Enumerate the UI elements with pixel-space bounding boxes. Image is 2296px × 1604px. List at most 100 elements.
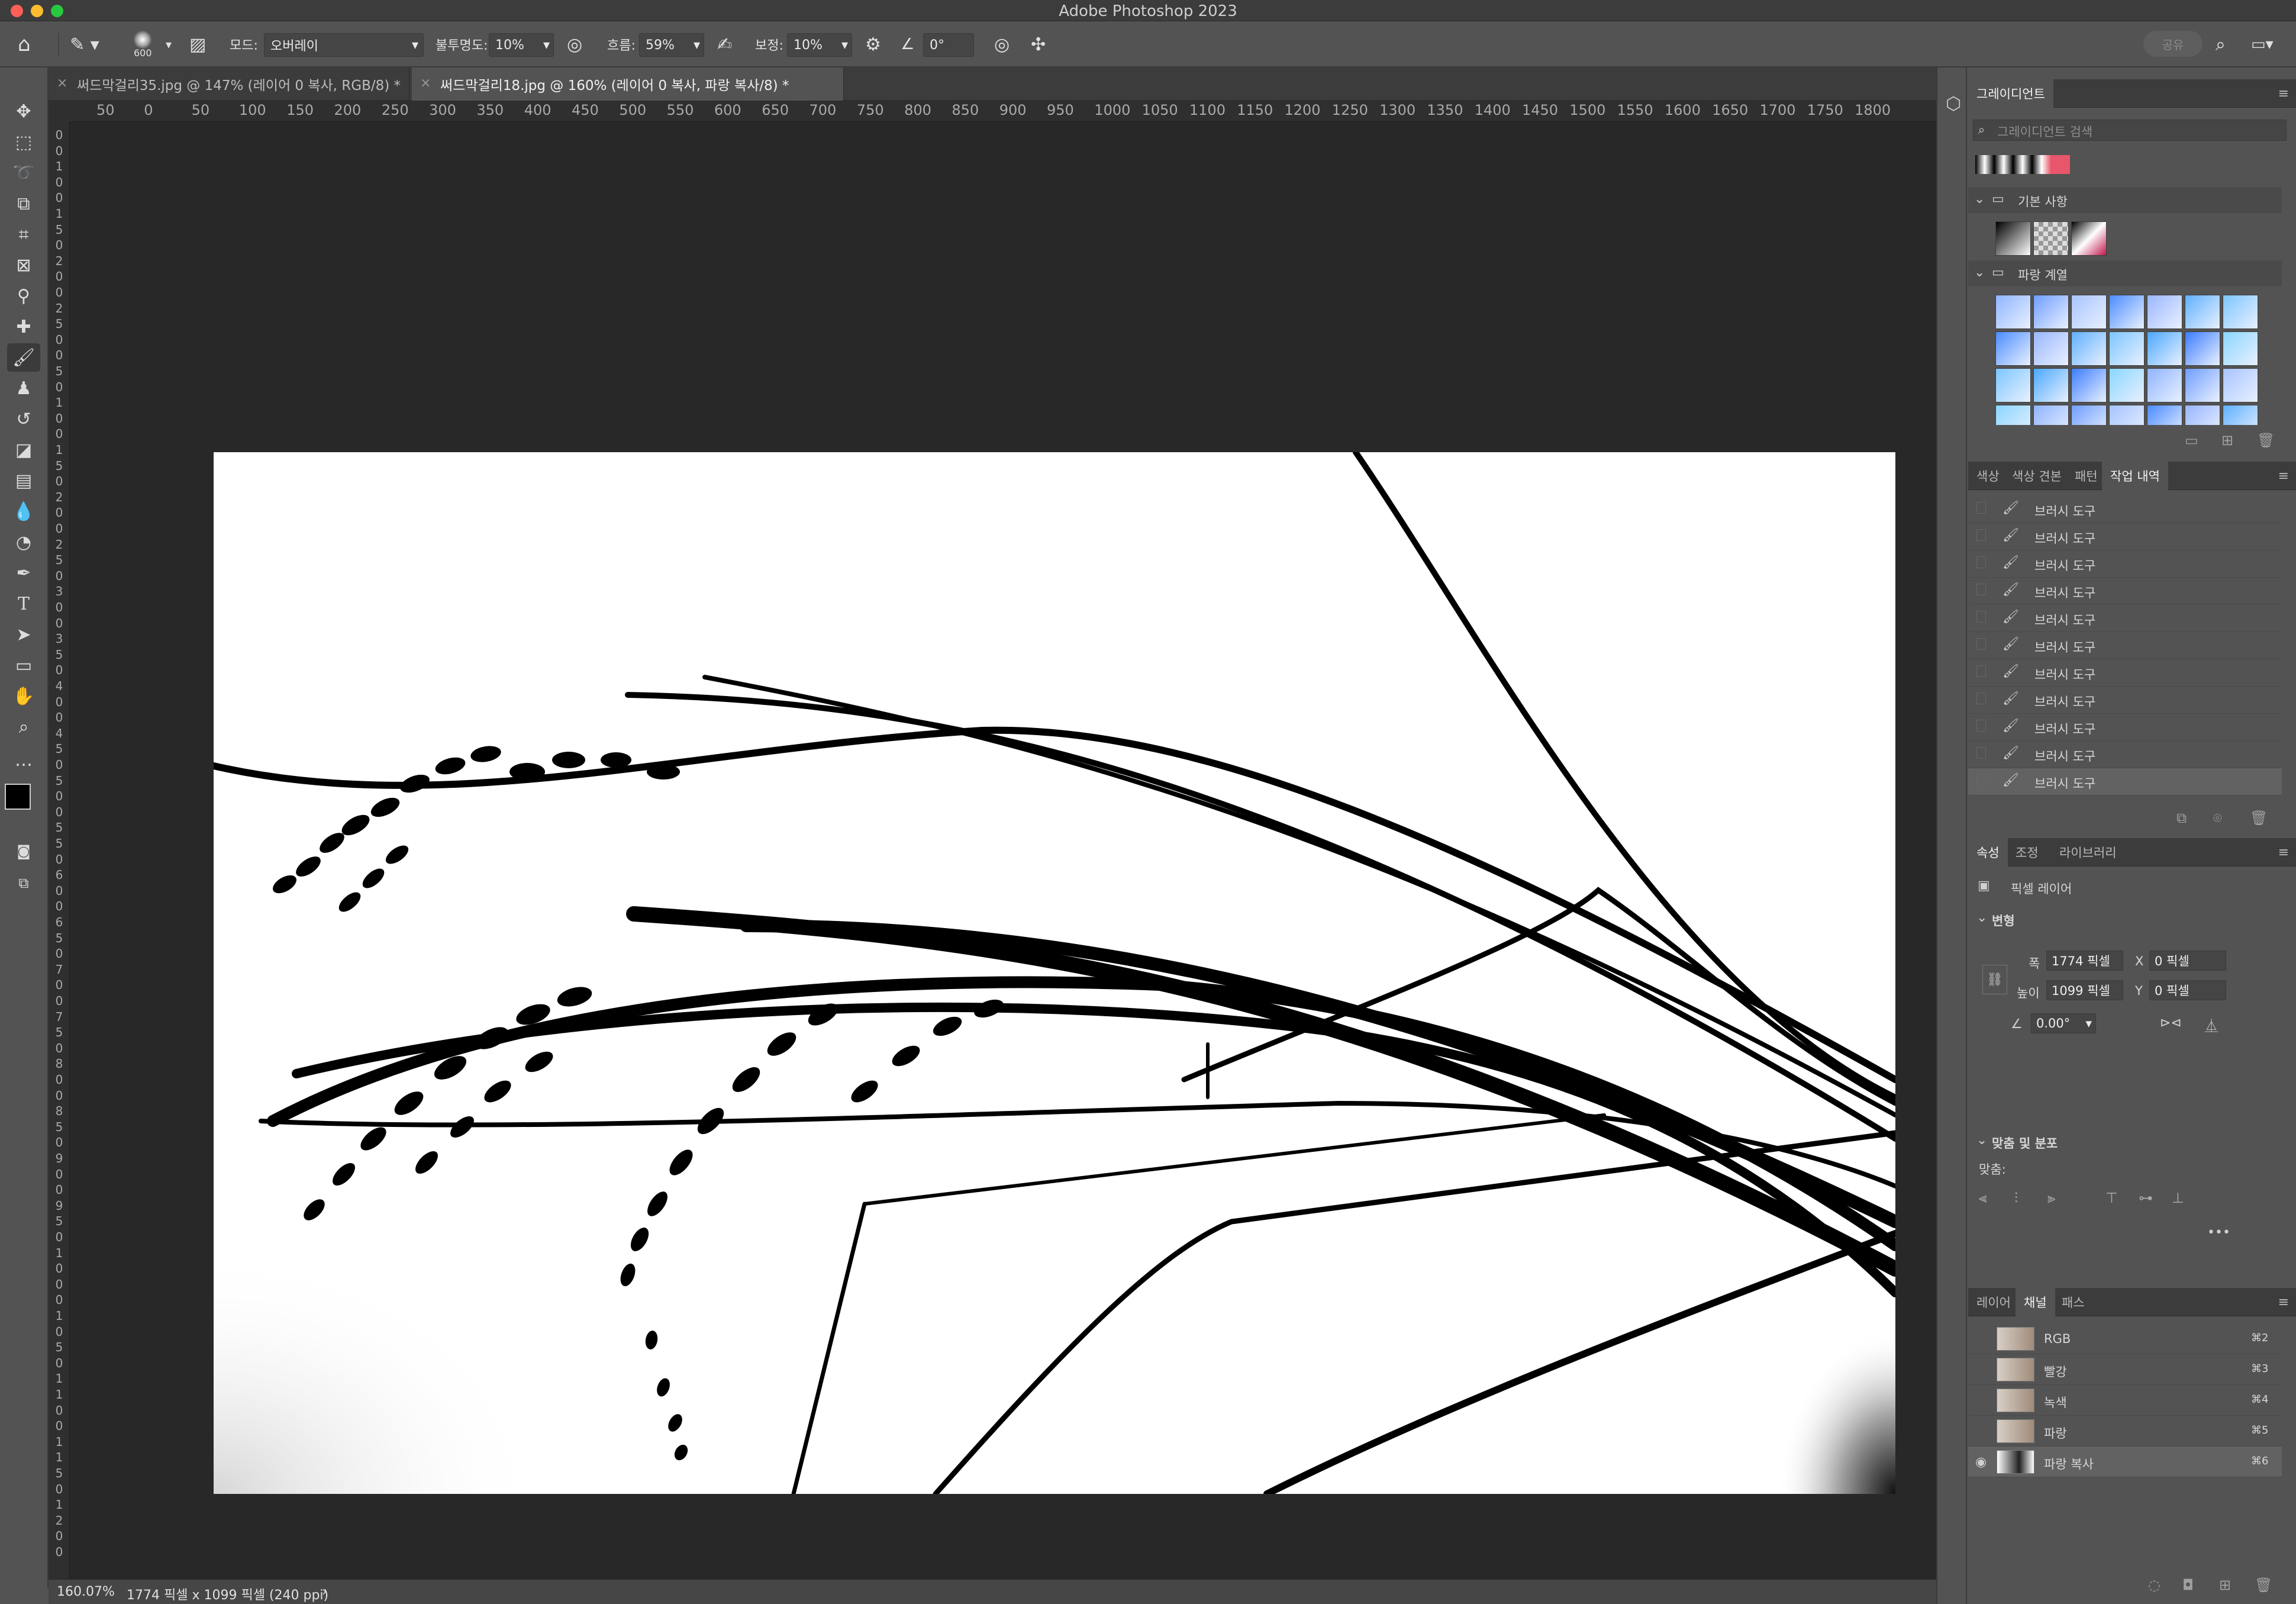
hand-tool-icon[interactable]: ✋ [7,682,40,710]
tab-color[interactable]: 색상 [1968,462,2008,490]
brush-tool-icon[interactable]: 🖌 [7,343,40,372]
gradient-swatch[interactable] [2147,331,2182,366]
history-item[interactable]: 🖌 브러시 도구 [1968,741,2282,768]
snapshot-checkbox[interactable] [1976,638,1986,650]
history-item[interactable]: 🖌 브러시 도구 [1968,659,2282,687]
history-item[interactable]: 🖌 브러시 도구 [1968,550,2282,578]
object-selection-tool-icon[interactable]: ⧉ [7,189,40,218]
snapshot-checkbox[interactable] [1976,556,1986,568]
brush-tool-preset-icon[interactable]: ✎ ▾ [70,21,99,67]
gradient-search-input[interactable]: ⌕ 그레이디언트 검색 [1973,120,2287,141]
clone-stamp-tool-icon[interactable]: ♟ [7,374,40,402]
tab-paths[interactable]: 패스 [2053,1288,2093,1316]
panel-menu-icon[interactable]: ≡ [2278,845,2289,860]
panel-menu-icon[interactable]: ≡ [2278,86,2289,101]
gradient-swatch[interactable] [2185,405,2220,425]
angle-input[interactable]: 0° [923,33,974,57]
tab-swatches[interactable]: 색상 견본 [2004,462,2070,490]
gradient-swatch[interactable] [1995,331,2031,366]
history-brush-tool-icon[interactable]: ↺ [7,405,40,433]
snapshot-checkbox[interactable] [1976,774,1986,786]
new-gradient-icon[interactable]: ⊞ [2221,432,2233,449]
gradient-tool-icon[interactable]: ▤ [7,466,40,495]
transform-section-header[interactable]: ⌄ 변형 [1968,908,2282,932]
channel-row[interactable]: RGB ⌘2 [1968,1323,2282,1354]
align-right-icon[interactable]: ⫸ [2047,1190,2056,1206]
horizontal-ruler[interactable]: 50 0 50 100 150 200 250 300 350 400 450 500 550 600 65… [70,101,1936,122]
gradient-swatch[interactable] [2185,368,2220,402]
tab-patterns[interactable]: 패턴 [2066,462,2106,490]
visibility-toggle[interactable] [1975,1332,1988,1344]
gradient-swatch[interactable] [2109,331,2145,366]
chevron-down-icon[interactable]: ▾ [166,21,172,67]
symmetry-icon[interactable]: ✣ [1031,21,1046,67]
zoom-tool-icon[interactable]: ⌕ [7,713,40,741]
quick-mask-icon[interactable]: ◙ [7,837,40,865]
healing-brush-tool-icon[interactable]: ✚ [7,313,40,341]
flip-vertical-icon[interactable]: ⏅ [2205,1016,2218,1035]
gradient-swatch[interactable] [2223,295,2258,329]
panel-menu-icon[interactable]: ≡ [2278,1295,2289,1310]
gradient-swatch[interactable] [2223,331,2258,366]
gradient-swatch[interactable] [2033,368,2069,402]
gradient-swatch[interactable] [2071,368,2107,402]
close-tab-icon[interactable]: × [57,76,67,91]
more-tools-icon[interactable]: … [7,746,40,774]
gradient-swatch[interactable] [1995,221,2031,256]
snapshot-checkbox[interactable] [1976,720,1986,732]
vertical-ruler[interactable]: 0010015020025005010015020025030035040045… [49,122,70,1584]
move-tool-icon[interactable]: ✥ [7,97,40,125]
history-item[interactable]: 🖌 브러시 도구 [1968,714,2282,741]
link-icon[interactable]: ⛓ [1982,965,2007,994]
new-folder-icon[interactable]: ▭ [2185,432,2198,449]
folder-basic[interactable]: ⌄ ▭ 기본 사항 [1968,187,2282,213]
trash-icon[interactable]: 🗑 [2250,810,2268,826]
tab-properties[interactable]: 속성 [1968,838,2008,867]
3d-cube-icon[interactable]: ⬡ [1946,94,1961,114]
document-canvas[interactable] [214,452,1895,1494]
gradient-swatch[interactable] [2185,295,2220,329]
gradient-swatch[interactable] [2033,331,2069,366]
frame-tool-icon[interactable]: ⊠ [7,251,40,279]
gradient-swatch[interactable] [2147,368,2182,402]
crop-tool-icon[interactable]: ⌗ [7,220,40,249]
more-options-icon[interactable]: ••• [2207,1225,2230,1240]
history-item[interactable]: 🖌 브러시 도구 [1968,496,2282,523]
gradient-swatch[interactable] [2147,405,2182,425]
eye-icon[interactable]: ◉ [1975,1455,1988,1470]
visibility-toggle[interactable] [1975,1393,1988,1405]
recent-gradients[interactable] [1975,155,2070,174]
gradient-swatch[interactable] [2147,295,2182,329]
snapshot-checkbox[interactable] [1976,693,1986,704]
gradient-swatch[interactable] [2109,368,2145,402]
tab-adjustments[interactable]: 조정 [2007,838,2047,867]
rotation-input[interactable]: 0.00° ▾ [2031,1013,2096,1033]
snapshot-checkbox[interactable] [1976,747,1986,759]
workspace-layout-icon[interactable]: ▭▾ [2251,21,2274,67]
align-bottom-icon[interactable]: ⊥ [2172,1190,2184,1206]
gradient-swatch[interactable] [1995,368,2031,402]
gradient-swatch[interactable] [2071,295,2107,329]
y-input[interactable]: 0 픽셀 [2149,980,2226,1000]
snapshot-checkbox[interactable] [1976,502,1986,514]
home-icon[interactable]: ⌂ [18,21,31,67]
foreground-color-swatch[interactable] [5,784,31,810]
history-item[interactable]: 🖌 브러시 도구 [1968,578,2282,605]
folder-blue[interactable]: ⌄ ▭ 파랑 계열 [1968,260,2282,286]
load-selection-icon[interactable]: ◌ [2148,1577,2160,1593]
chevron-right-icon[interactable]: › [322,1584,327,1599]
ruler-origin[interactable] [49,101,70,122]
panel-menu-icon[interactable]: ≡ [2278,469,2289,484]
trash-icon[interactable]: 🗑 [2257,432,2275,449]
close-tab-icon[interactable]: × [420,76,431,91]
channel-row[interactable]: 녹색 ⌘4 [1968,1385,2282,1416]
height-input[interactable]: 1099 픽셀 [2046,980,2123,1000]
snapshot-checkbox[interactable] [1976,611,1986,623]
eraser-tool-icon[interactable]: ◪ [7,436,40,464]
snapshot-checkbox[interactable] [1976,529,1986,541]
align-left-icon[interactable]: ⫷ [1979,1190,1987,1206]
channel-row[interactable]: 파랑 ⌘5 [1968,1416,2282,1447]
eyedropper-tool-icon[interactable]: ⚲ [7,282,40,310]
gradient-swatch[interactable] [2033,405,2069,425]
visibility-toggle[interactable] [1975,1424,1988,1436]
